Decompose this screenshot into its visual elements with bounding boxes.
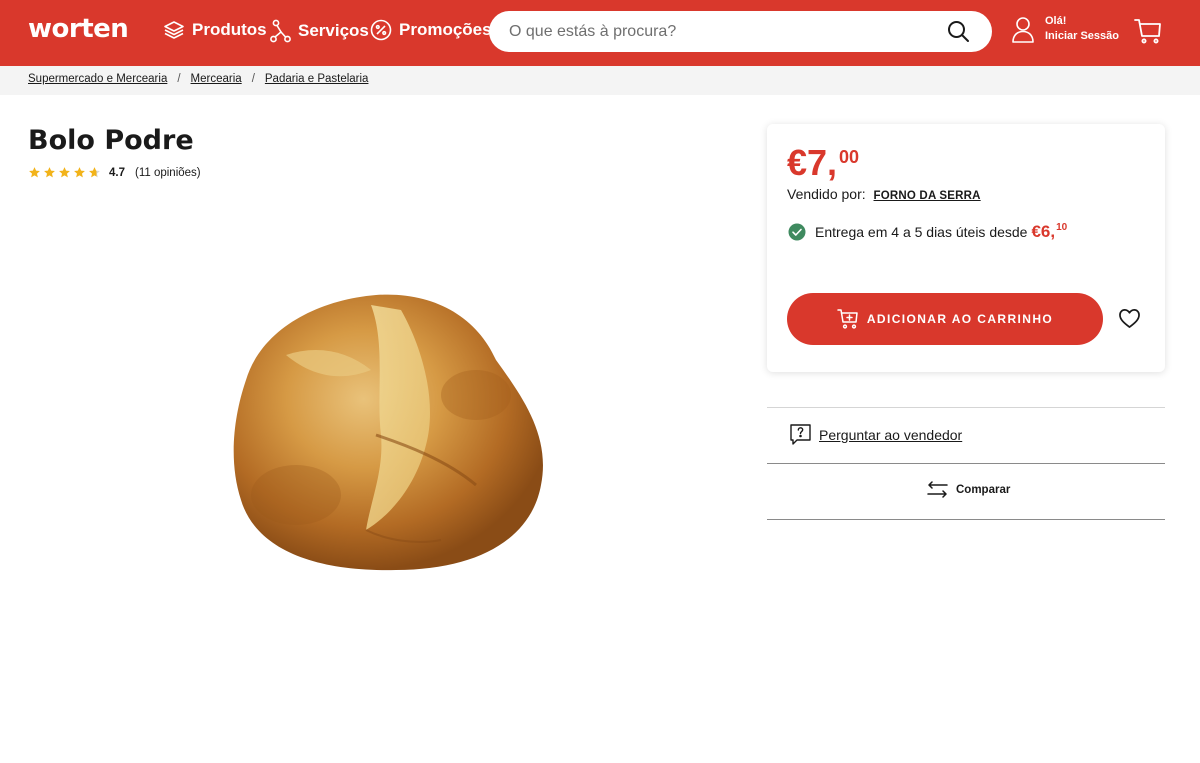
compare-button[interactable]: Comparar [927,481,1010,498]
delivery-price: €6, 10 [1031,222,1067,242]
login-link[interactable]: Iniciar Sessão [1045,29,1119,44]
breadcrumb-separator: / [251,73,255,85]
user-greeting: Olá! [1045,15,1067,27]
seller-name-link[interactable]: FORNO DA SERRA [874,190,981,202]
add-to-cart-icon [837,309,858,329]
seller-label: Vendido por: [787,186,866,202]
nav-promocoes[interactable]: Promoções [370,19,492,41]
delivery-info: Entrega em 4 a 5 dias úteis desde €6, 10 [788,222,1067,242]
percent-icon [370,19,392,41]
heart-icon[interactable] [1118,308,1141,329]
compare-arrows-icon [927,481,948,498]
add-to-cart-label: ADICIONAR AO CARRINHO [866,312,1054,326]
search-input[interactable] [509,11,929,52]
nav-servicos-label: Serviços [298,21,369,40]
rating-value: 4.7 [109,166,125,179]
layers-icon [164,21,184,39]
breadcrumb-item-supermercado[interactable]: Supermercado e Mercearia [28,73,167,85]
nav-produtos-label: Produtos [192,20,267,39]
breadcrumb-bar: Supermercado e Mercearia / Mercearia / P… [0,66,1200,95]
star-icon [29,167,40,178]
search-bar [489,11,992,52]
search-icon[interactable] [947,20,970,43]
breadcrumb-item-padaria[interactable]: Padaria e Pastelaria [265,73,369,85]
user-icon [1012,16,1034,43]
question-chat-icon [790,424,811,445]
network-icon [270,19,291,43]
divider [767,407,1165,408]
product-price: €7, 00 [787,142,859,184]
seller-info: Vendido por: FORNO DA SERRA [787,186,981,202]
breadcrumb-item-mercearia[interactable]: Mercearia [191,73,242,85]
ask-seller-link[interactable]: Perguntar ao vendedor [790,424,962,445]
product-title: Bolo Podre [28,125,194,156]
add-to-cart-button[interactable]: ADICIONAR AO CARRINHO [787,293,1103,345]
worten-logo[interactable]: worten [28,14,129,44]
user-login[interactable]: Olá! Iniciar Sessão [1011,14,1119,44]
nav-produtos[interactable]: Produtos [163,19,267,41]
breadcrumb: Supermercado e Mercearia / Mercearia / P… [28,73,368,85]
nav-promocoes-label: Promoções [399,20,492,39]
divider [767,463,1165,464]
delivery-price-cents: 10 [1056,222,1068,233]
compare-label: Comparar [956,483,1011,496]
price-cents: 00 [839,147,860,167]
cart-icon[interactable] [1134,17,1162,45]
review-count[interactable]: (11 opiniões) [135,167,201,179]
star-icon [74,167,85,178]
rating-stars [28,166,101,179]
half-star-icon [89,167,100,178]
nav-servicos[interactable]: Serviços [270,19,369,43]
check-circle-icon [788,223,806,241]
delivery-text: Entrega em 4 a 5 dias úteis desde [815,224,1028,240]
ask-seller-label: Perguntar ao vendedor [819,426,963,443]
divider [767,519,1165,520]
product-rating[interactable]: 4.7 (11 opiniões) [28,166,201,179]
star-icon [59,167,70,178]
price-card: €7, 00 Vendido por: FORNO DA SERRA Entre… [767,124,1165,372]
price-main: €7, [787,142,838,183]
site-header: worten Produtos Serviços Promoções O que… [0,0,1200,66]
star-icon [44,167,55,178]
delivery-price-main: €6, [1031,222,1056,241]
product-image[interactable] [176,285,566,580]
breadcrumb-separator: / [177,73,181,85]
